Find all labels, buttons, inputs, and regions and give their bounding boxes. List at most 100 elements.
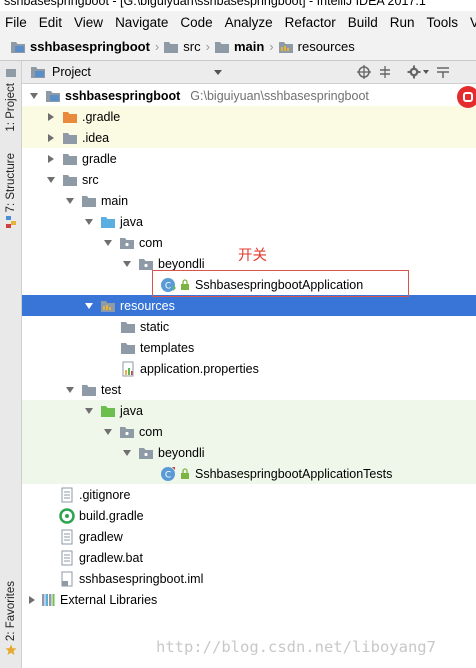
gradle-file-icon bbox=[59, 507, 75, 524]
menu-code[interactable]: Code bbox=[174, 15, 218, 30]
tree-row-templates[interactable]: templates bbox=[22, 337, 476, 358]
tab-structure[interactable]: 7: Structure bbox=[0, 153, 22, 229]
tree-row-static[interactable]: static bbox=[22, 316, 476, 337]
expand-arrow-icon[interactable] bbox=[46, 175, 56, 185]
test-class-icon: C bbox=[161, 466, 175, 481]
expand-arrow-icon[interactable] bbox=[122, 259, 132, 269]
tree-row-java-test[interactable]: java bbox=[22, 400, 476, 421]
tab-favorites[interactable]: 2: Favorites bbox=[0, 581, 22, 656]
menu-file[interactable]: File bbox=[0, 15, 33, 30]
annotation-label: 开关 bbox=[238, 248, 267, 264]
tree-row-label: beyondli bbox=[158, 256, 205, 271]
menu-run[interactable]: Run bbox=[384, 15, 421, 30]
tree-row-gradle-cache[interactable]: .gradle bbox=[22, 106, 476, 127]
tree-row-label: SshbasespringbootApplicationTests bbox=[195, 466, 393, 481]
tree-row-gradle[interactable]: gradle bbox=[22, 148, 476, 169]
tree-row-label: java bbox=[120, 403, 143, 418]
settings-dropdown-icon[interactable] bbox=[423, 70, 429, 74]
collapse-all-icon[interactable] bbox=[378, 65, 392, 79]
expand-arrow-icon[interactable] bbox=[65, 196, 75, 206]
folder-icon bbox=[63, 132, 77, 144]
chevron-right-icon: › bbox=[269, 39, 274, 54]
breadcrumb-project[interactable]: sshbasespringboot bbox=[10, 39, 150, 54]
tree-row-build-gradle[interactable]: build.gradle bbox=[22, 505, 476, 526]
module-file-icon bbox=[61, 571, 73, 586]
tree-row-test[interactable]: test bbox=[22, 379, 476, 400]
test-source-folder-icon bbox=[101, 405, 115, 417]
expand-arrow-icon[interactable] bbox=[103, 427, 113, 437]
folder-icon bbox=[164, 41, 179, 53]
tree-row-resources[interactable]: resources bbox=[22, 295, 476, 316]
tree-row-beyondli-test[interactable]: beyondli bbox=[22, 442, 476, 463]
menu-build[interactable]: Build bbox=[342, 15, 384, 30]
menu-refactor[interactable]: Refactor bbox=[279, 15, 342, 30]
expand-arrow-icon[interactable] bbox=[103, 238, 113, 248]
tree-row-gradlew-bat[interactable]: gradlew.bat bbox=[22, 547, 476, 568]
folder-icon bbox=[82, 384, 96, 396]
tree-row-src[interactable]: src bbox=[22, 169, 476, 190]
star-icon bbox=[5, 644, 17, 656]
tree-row-label: src bbox=[82, 172, 99, 187]
tree-row-label: static bbox=[140, 319, 170, 334]
view-dropdown[interactable] bbox=[212, 66, 224, 78]
breadcrumb-main[interactable]: main bbox=[214, 39, 264, 54]
collapse-arrow-icon[interactable] bbox=[46, 133, 56, 143]
expand-arrow-icon[interactable] bbox=[29, 91, 39, 101]
folder-icon bbox=[121, 342, 135, 354]
tree-row-label: application.properties bbox=[140, 361, 259, 376]
gear-icon[interactable] bbox=[407, 65, 421, 79]
menu-analyze[interactable]: Analyze bbox=[219, 15, 279, 30]
tree-row-label: .gradle bbox=[82, 109, 121, 124]
expand-arrow-icon[interactable] bbox=[84, 406, 94, 416]
library-icon bbox=[42, 593, 55, 606]
breadcrumb-src[interactable]: src bbox=[163, 39, 201, 54]
tree-row-label: gradlew.bat bbox=[79, 550, 143, 565]
expand-arrow-icon[interactable] bbox=[84, 217, 94, 227]
menu-view[interactable]: View bbox=[68, 15, 109, 30]
package-icon bbox=[120, 237, 134, 249]
notification-badge[interactable] bbox=[457, 86, 476, 108]
menu-tools[interactable]: Tools bbox=[421, 15, 465, 30]
menu-edit[interactable]: Edit bbox=[33, 15, 68, 30]
collapse-arrow-icon[interactable] bbox=[46, 112, 56, 122]
tab-project[interactable]: 1: Project bbox=[0, 67, 22, 132]
tree-row-application-tests[interactable]: C SshbasespringbootApplicationTests bbox=[22, 463, 476, 484]
excluded-folder-icon bbox=[63, 111, 77, 123]
folder-icon bbox=[63, 153, 77, 165]
tree-row-iml[interactable]: sshbasespringboot.iml bbox=[22, 568, 476, 589]
expand-arrow-icon[interactable] bbox=[122, 448, 132, 458]
tree-row-label: gradlew bbox=[79, 529, 123, 544]
project-folder-icon bbox=[46, 90, 60, 102]
lock-icon bbox=[181, 467, 189, 479]
tree-row-label: templates bbox=[140, 340, 195, 355]
tree-row-external-libraries[interactable]: External Libraries bbox=[22, 589, 476, 610]
expand-arrow-icon[interactable] bbox=[65, 385, 75, 395]
expand-arrow-icon[interactable] bbox=[84, 301, 94, 311]
scroll-from-source-icon[interactable] bbox=[357, 65, 371, 79]
tree-row-gradlew[interactable]: gradlew bbox=[22, 526, 476, 547]
hide-panel-icon[interactable] bbox=[436, 66, 450, 78]
tree-row-main[interactable]: main bbox=[22, 190, 476, 211]
tree-row-java-main[interactable]: java bbox=[22, 211, 476, 232]
text-file-icon bbox=[61, 487, 73, 502]
menu-vcs[interactable]: VCS bbox=[464, 15, 476, 30]
folder-icon bbox=[82, 195, 96, 207]
chevron-right-icon: › bbox=[205, 39, 210, 54]
tree-row-gitignore[interactable]: .gitignore bbox=[22, 484, 476, 505]
package-icon bbox=[120, 426, 134, 438]
tool-window-strip: 1: Project 7: Structure 2: Favorites bbox=[0, 61, 22, 668]
source-folder-icon bbox=[101, 216, 115, 228]
collapse-arrow-icon[interactable] bbox=[27, 595, 37, 605]
folder-icon bbox=[63, 174, 77, 186]
breadcrumb-resources[interactable]: resources bbox=[278, 39, 355, 54]
tree-row-label: beyondli bbox=[158, 445, 205, 460]
menu-navigate[interactable]: Navigate bbox=[109, 15, 174, 30]
tree-row-application-properties[interactable]: application.properties bbox=[22, 358, 476, 379]
collapse-arrow-icon[interactable] bbox=[46, 154, 56, 164]
tree-root-name: sshbasespringboot bbox=[65, 88, 181, 103]
tree-row-com-test[interactable]: com bbox=[22, 421, 476, 442]
tree-row-root[interactable]: sshbasespringboot G:\biguiyuan\sshbasesp… bbox=[22, 85, 476, 106]
tree-row-label: sshbasespringboot.iml bbox=[79, 571, 204, 586]
tree-row-label: gradle bbox=[82, 151, 117, 166]
tree-row-idea[interactable]: .idea bbox=[22, 127, 476, 148]
